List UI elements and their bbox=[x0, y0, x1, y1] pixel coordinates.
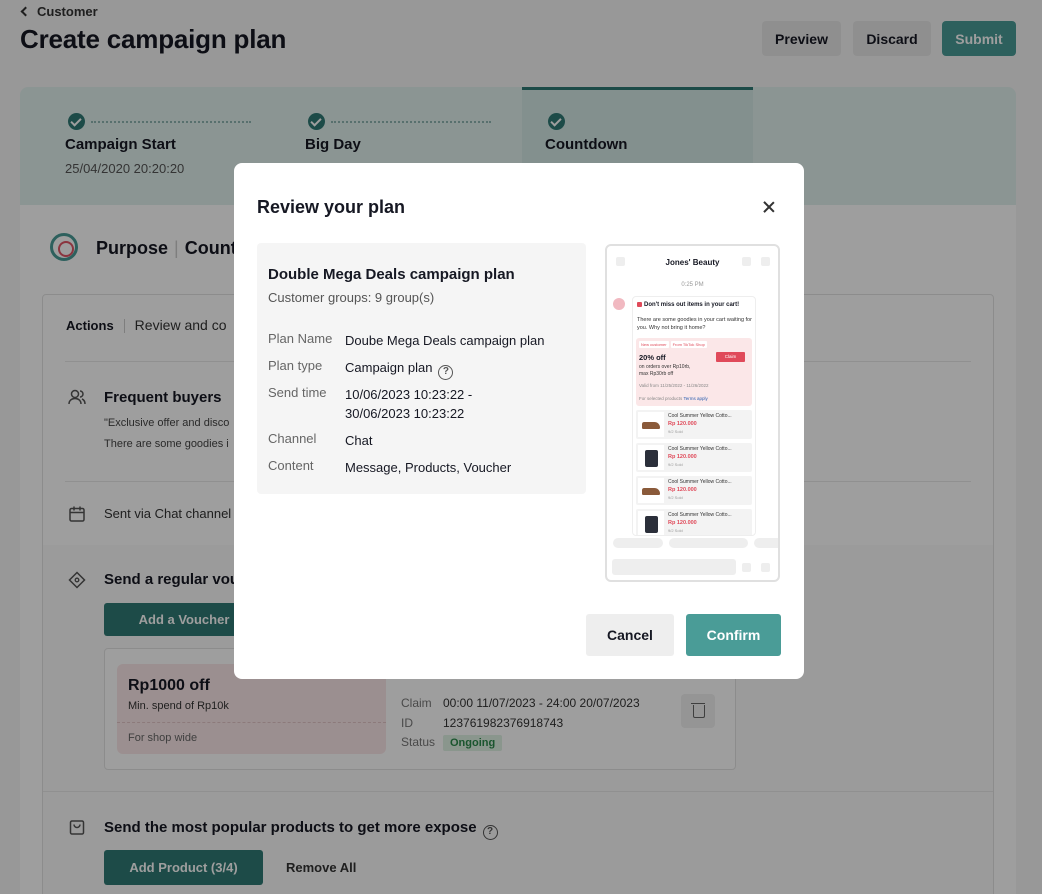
plan-type-value: Campaign plan bbox=[345, 360, 433, 375]
preview-product: Cool Summer Yellow Cotto... Rp 120.000 9… bbox=[636, 410, 752, 439]
field-key: Plan type bbox=[268, 358, 323, 373]
chat-time: 0:25 PM bbox=[681, 282, 704, 288]
cancel-button[interactable]: Cancel bbox=[586, 614, 674, 656]
field-value: Campaign plan? bbox=[345, 358, 454, 380]
product-title: Cool Summer Yellow Cotto... bbox=[668, 479, 732, 485]
field-value: Message, Products, Voucher bbox=[345, 460, 512, 475]
message-text: There are some goodies in your cart wait… bbox=[637, 317, 752, 331]
selected-text: For selected products bbox=[639, 396, 683, 401]
chat-preview: Jones' Beauty 0:25 PM Don't miss out ite… bbox=[605, 244, 780, 582]
product-price: Rp 120.000 bbox=[668, 454, 697, 460]
field-key: Send time bbox=[268, 385, 327, 400]
product-sold: 9/2 Sold bbox=[668, 462, 683, 467]
product-sold: 9/2 Sold bbox=[668, 495, 683, 500]
preview-product: Cool Summer Yellow Cotto... Rp 120.000 9… bbox=[636, 509, 752, 535]
product-image bbox=[638, 445, 664, 470]
emoji-icon bbox=[742, 563, 751, 572]
tag: New customer bbox=[639, 341, 669, 348]
preview-claim-button: Claim bbox=[716, 352, 745, 362]
product-sold: 9/2 Sold bbox=[668, 429, 683, 434]
help-icon[interactable]: ? bbox=[438, 365, 454, 380]
terms-link: Terms apply bbox=[683, 396, 708, 401]
product-price: Rp 120.000 bbox=[668, 487, 697, 493]
chat-header: Jones' Beauty bbox=[607, 246, 778, 276]
product-sold: 9/2 Sold bbox=[668, 528, 683, 533]
condition-line: max Rp30rb off bbox=[639, 371, 674, 377]
attach-icon bbox=[761, 563, 770, 572]
preview-off: 20% off bbox=[639, 353, 666, 362]
preview-selected: For selected products Terms apply bbox=[639, 396, 708, 401]
chat-message: Don't miss out items in your cart! There… bbox=[632, 296, 756, 536]
chat-input bbox=[612, 559, 736, 575]
field-key: Channel bbox=[268, 431, 317, 446]
voucher-tags: New customer From TikTok Shop bbox=[639, 341, 709, 348]
product-image bbox=[638, 412, 664, 437]
field-key: Plan Name bbox=[268, 331, 333, 346]
product-title: Cool Summer Yellow Cotto... bbox=[668, 446, 732, 452]
customer-groups: Customer groups: 9 group(s) bbox=[268, 290, 435, 305]
plan-title: Double Mega Deals campaign plan bbox=[268, 266, 515, 283]
product-price: Rp 120.000 bbox=[668, 520, 697, 526]
preview-product: Cool Summer Yellow Cotto... Rp 120.000 9… bbox=[636, 443, 752, 472]
field-value: Doube Mega Deals campaign plan bbox=[345, 333, 545, 348]
more-icon bbox=[761, 257, 770, 266]
field-key: Content bbox=[268, 458, 314, 473]
confirm-button[interactable]: Confirm bbox=[686, 614, 781, 656]
preview-product: Cool Summer Yellow Cotto... Rp 120.000 9… bbox=[636, 476, 752, 505]
preview-condition: on orders over Rp10rb, max Rp30rb off bbox=[639, 364, 690, 378]
quick-reply-pill bbox=[669, 538, 748, 548]
product-price: Rp 120.000 bbox=[668, 421, 697, 427]
tag: From TikTok Shop bbox=[670, 341, 707, 348]
product-image bbox=[638, 511, 664, 535]
avatar bbox=[613, 298, 625, 310]
product-title: Cool Summer Yellow Cotto... bbox=[668, 512, 732, 518]
field-value: 10/06/2023 10:23:22 - 30/06/2023 10:23:2… bbox=[345, 387, 473, 421]
review-plan-modal: Review your plan Double Mega Deals campa… bbox=[234, 163, 804, 679]
quick-reply-pill bbox=[613, 538, 663, 548]
field-value: Chat bbox=[345, 433, 373, 448]
plan-summary: Double Mega Deals campaign plan Customer… bbox=[257, 243, 586, 494]
quick-reply-pill bbox=[754, 538, 778, 548]
preview-voucher: New customer From TikTok Shop 20% off Cla… bbox=[636, 338, 752, 406]
modal-title: Review your plan bbox=[257, 197, 406, 217]
shop-name: Jones' Beauty bbox=[665, 258, 720, 267]
condition-line: on orders over Rp10rb, bbox=[639, 364, 691, 370]
menu-icon bbox=[742, 257, 751, 266]
close-icon[interactable] bbox=[762, 200, 776, 214]
product-image bbox=[638, 478, 664, 503]
product-title: Cool Summer Yellow Cotto... bbox=[668, 413, 732, 419]
message-headline: Don't miss out items in your cart! bbox=[637, 302, 739, 308]
preview-valid: Valid from 11/25/2022 - 11/26/2022 bbox=[639, 383, 709, 388]
